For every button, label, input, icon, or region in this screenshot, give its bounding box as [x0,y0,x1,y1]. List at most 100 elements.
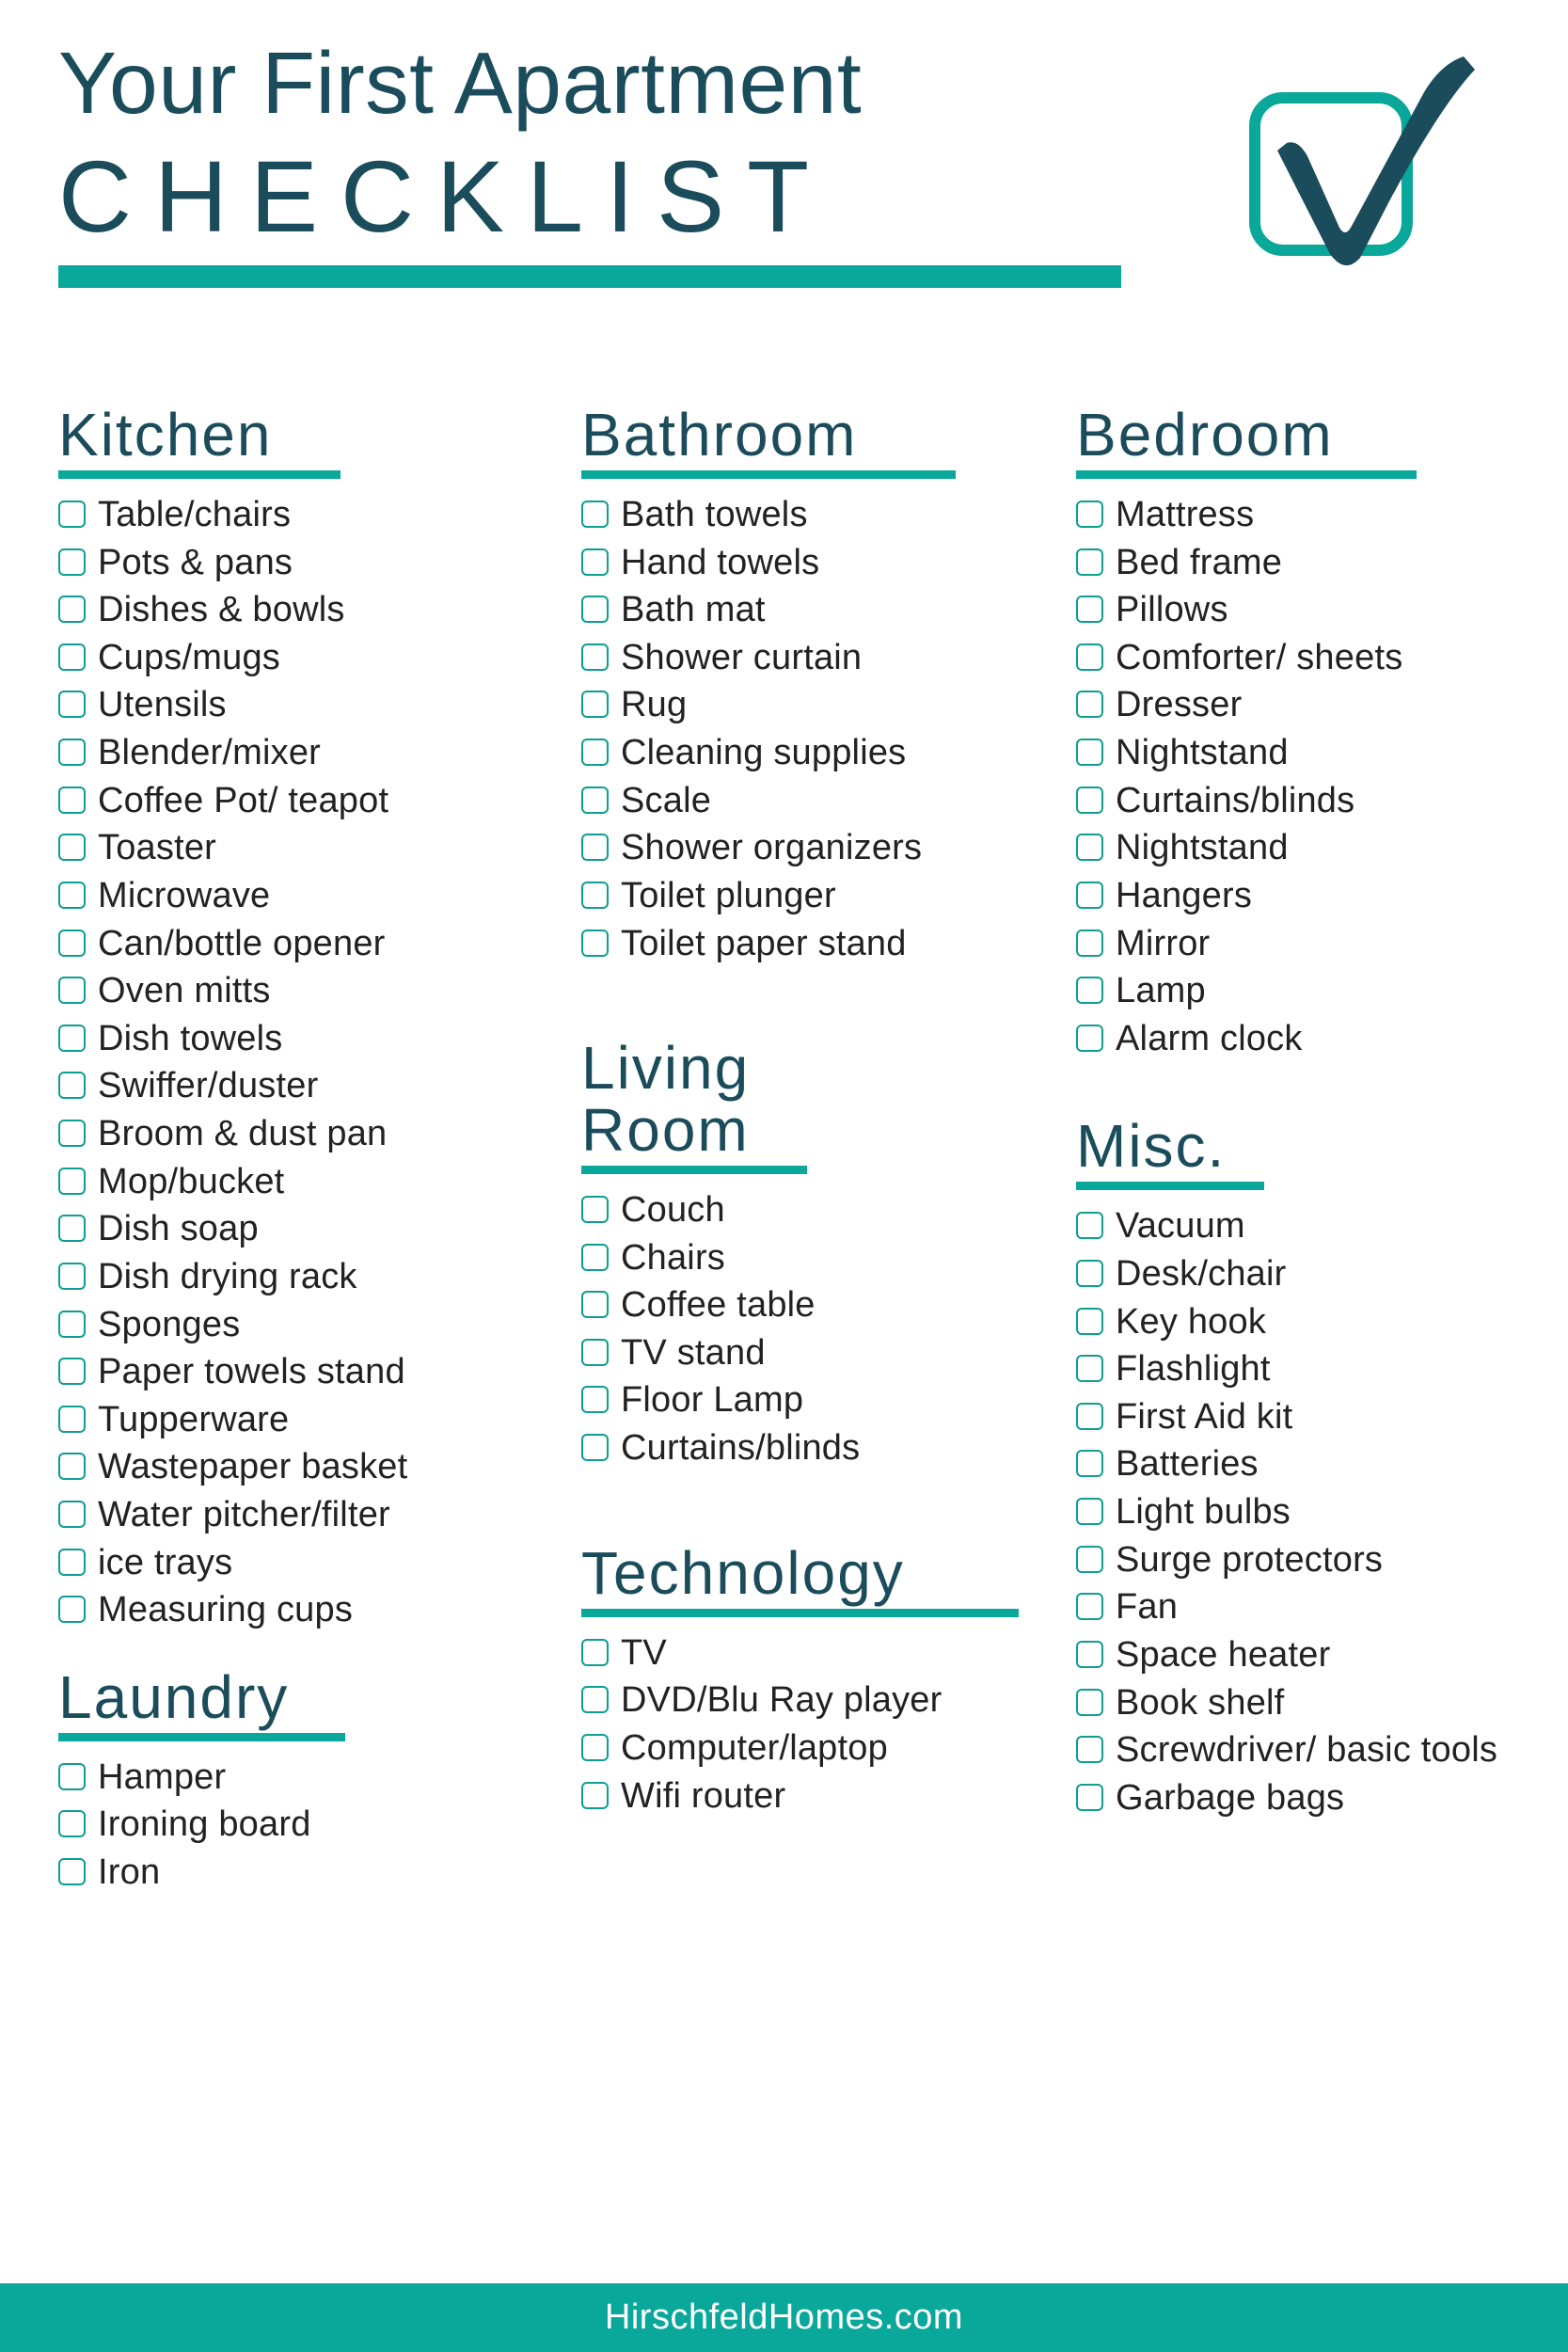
list-item[interactable]: Nightstand [1076,730,1568,776]
checkbox[interactable] [581,548,609,576]
checkbox[interactable] [581,1291,609,1319]
checkbox[interactable] [1076,881,1103,909]
list-item[interactable]: Cleaning supplies [581,730,1053,776]
checkbox[interactable] [58,1072,86,1100]
list-item[interactable]: Dish towels [58,1016,527,1062]
checkbox[interactable] [581,1386,609,1414]
list-item[interactable]: Rug [581,682,1053,728]
checkbox[interactable] [58,929,86,957]
list-item[interactable]: Hangers [1076,873,1568,919]
list-item[interactable]: Alarm clock [1076,1016,1568,1062]
list-item[interactable]: Space heater [1076,1632,1568,1678]
checkbox[interactable] [58,1215,86,1243]
checkbox[interactable] [581,1243,609,1271]
list-item[interactable]: Key hook [1076,1299,1568,1345]
list-item[interactable]: Blender/mixer [58,730,527,776]
checkbox[interactable] [58,1167,86,1195]
checkbox[interactable] [581,691,609,719]
list-item[interactable]: Mop/bucket [58,1159,527,1205]
checkbox[interactable] [581,929,609,957]
list-item[interactable]: Screwdriver/ basic tools [1076,1727,1568,1773]
list-item[interactable]: Curtains/blinds [581,1425,1053,1471]
list-item[interactable]: Coffee Pot/ teapot [58,778,527,824]
list-item[interactable]: Toilet paper stand [581,921,1053,967]
list-item[interactable]: Toilet plunger [581,873,1053,919]
list-item[interactable]: Wifi router [581,1773,1053,1820]
checkbox[interactable] [1076,1402,1103,1430]
list-item[interactable]: Fan [1076,1584,1568,1630]
list-item[interactable]: Wastepaper basket [58,1444,527,1490]
list-item[interactable]: TV [581,1630,1053,1677]
checkbox[interactable] [581,881,609,909]
list-item[interactable]: Shower curtain [581,635,1053,681]
list-item[interactable]: Floor Lamp [581,1377,1053,1423]
list-item[interactable]: Sponges [58,1302,527,1348]
checkbox[interactable] [581,500,609,528]
list-item[interactable]: Curtains/blinds [1076,778,1568,824]
list-item[interactable]: DVD/Blu Ray player [581,1677,1053,1724]
list-item[interactable]: Utensils [58,682,527,728]
list-item[interactable]: Mattress [1076,492,1568,538]
list-item[interactable]: Desk/chair [1076,1251,1568,1297]
checkbox[interactable] [58,1405,86,1433]
list-item[interactable]: Tupperware [58,1397,527,1443]
checkbox[interactable] [1076,1355,1103,1383]
list-item[interactable]: Ironing board [58,1802,527,1848]
checkbox[interactable] [581,1338,609,1366]
list-item[interactable]: Lamp [1076,968,1568,1014]
checkbox[interactable] [58,643,86,671]
list-item[interactable]: Can/bottle opener [58,921,527,967]
checkbox[interactable] [58,1024,86,1052]
list-item[interactable]: Surge protectors [1076,1537,1568,1583]
checkbox[interactable] [58,1810,86,1838]
footer-website[interactable]: HirschfeldHomes.com [605,2297,963,2338]
list-item[interactable]: Book shelf [1076,1680,1568,1726]
checkbox[interactable] [1076,1450,1103,1478]
checkbox[interactable] [1076,596,1103,624]
checkbox[interactable] [581,1638,609,1666]
list-item[interactable]: Hamper [58,1755,527,1801]
checkbox[interactable] [58,1501,86,1529]
checkbox[interactable] [58,548,86,576]
checkbox[interactable] [58,739,86,767]
list-item[interactable]: Batteries [1076,1441,1568,1487]
list-item[interactable]: Garbage bags [1076,1775,1568,1821]
checkbox[interactable] [581,739,609,767]
checkbox[interactable] [1076,548,1103,576]
checkbox[interactable] [1076,739,1103,767]
checkbox[interactable] [581,1733,609,1761]
checkbox[interactable] [58,1310,86,1338]
checkbox[interactable] [1076,834,1103,862]
checkbox[interactable] [58,1596,86,1624]
list-item[interactable]: Mirror [1076,921,1568,967]
list-item[interactable]: ice trays [58,1540,527,1586]
checkbox[interactable] [58,1120,86,1148]
list-item[interactable]: Microwave [58,873,527,919]
checkbox[interactable] [581,1781,609,1809]
checkbox[interactable] [581,834,609,862]
checkbox[interactable] [1076,977,1103,1005]
checkbox[interactable] [1076,1212,1103,1240]
list-item[interactable]: Nightstand [1076,825,1568,871]
checkbox[interactable] [581,643,609,671]
checkbox[interactable] [1076,1640,1103,1668]
checkbox[interactable] [58,1762,86,1790]
list-item[interactable]: Table/chairs [58,492,527,538]
checkbox[interactable] [58,596,86,624]
list-item[interactable]: Pots & pans [58,540,527,586]
checkbox[interactable] [1076,643,1103,671]
list-item[interactable]: Computer/laptop [581,1725,1053,1772]
checkbox[interactable] [581,596,609,624]
list-item[interactable]: Flashlight [1076,1346,1568,1392]
list-item[interactable]: Dish soap [58,1206,527,1252]
list-item[interactable]: Cups/mugs [58,635,527,681]
checkbox[interactable] [1076,929,1103,957]
checkbox[interactable] [1076,1593,1103,1621]
checkbox[interactable] [58,1548,86,1576]
list-item[interactable]: Coffee table [581,1282,1053,1328]
checkbox[interactable] [58,500,86,528]
list-item[interactable]: Toaster [58,825,527,871]
checkbox[interactable] [1076,1783,1103,1811]
checkbox[interactable] [58,977,86,1005]
list-item[interactable]: Broom & dust pan [58,1111,527,1157]
